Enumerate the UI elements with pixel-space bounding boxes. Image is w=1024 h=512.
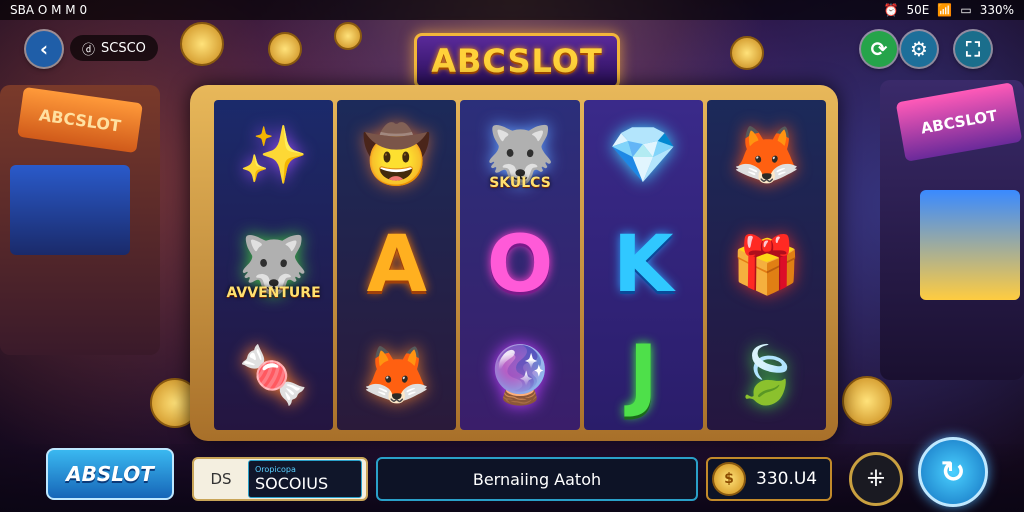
symbol-icon: 🤠 <box>361 123 432 188</box>
magic-wand-symbol: ✨ <box>226 107 322 203</box>
user-value-box: Oropicopa SOCOIUS <box>248 460 362 498</box>
symbol-icon: 🍃 <box>731 343 802 408</box>
symbol-icon: 🦊 <box>361 343 432 408</box>
settings-button[interactable]: ⚙ <box>901 31 937 67</box>
symbol-icon: 🎁 <box>731 233 802 298</box>
menu-button[interactable]: ⁜ <box>849 452 903 506</box>
letter-j-symbol: J <box>595 327 691 423</box>
green-leaf-gem-symbol: 🍃 <box>718 327 814 423</box>
spin-icon: ↻ <box>940 454 966 490</box>
battery-text: 330% <box>979 3 1014 17</box>
symbol-letter: A <box>366 220 427 310</box>
symbol-letter: J <box>628 330 658 420</box>
reel-2: 🤠 A 🦊 <box>337 100 457 430</box>
coin-decoration <box>334 22 362 50</box>
symbol-icon: 🍬 <box>238 343 309 408</box>
coin-decoration <box>268 32 302 66</box>
status-message-panel: Bernaiing Aatoh <box>376 457 698 501</box>
battery-icon: ▭ <box>960 3 972 17</box>
fox-warrior-symbol: 🦊 <box>718 107 814 203</box>
signal-text: 50E <box>906 3 930 17</box>
wifi-icon: 📶 <box>937 3 953 17</box>
user-tag: DS <box>210 470 232 488</box>
symbol-letter: K <box>612 220 674 310</box>
grid-menu-icon: ⁜ <box>866 466 886 492</box>
symbol-icon: 💎 <box>608 123 679 188</box>
spin-button[interactable]: ↻ <box>918 437 988 507</box>
reels-grid: ✨ 🐺 AVVENTURE 🍬 🤠 A 🦊 🐺 SKULCS O 🔮 💎 K J 🦊 🎁 🍃 <box>214 100 827 430</box>
left-cabinet-screen <box>10 165 130 255</box>
chevron-left-icon: ‹ <box>39 37 49 61</box>
symbol-icon: 🔮 <box>485 343 555 408</box>
letter-k-symbol: K <box>595 217 691 313</box>
symbol-letter: O <box>486 220 554 310</box>
balance-amount: 330.U4 <box>756 469 818 489</box>
system-status-bar: SBA O M M 0 ⏰ 50E 📶 ▭ 330% <box>0 0 1024 20</box>
brand-button[interactable]: ABSLOT <box>46 448 174 500</box>
gear-icon: ⚙ <box>910 37 928 61</box>
reel-5: 🦊 🎁 🍃 <box>706 100 827 430</box>
letter-a-symbol: A <box>349 217 445 313</box>
fox-adventurer-symbol: 🦊 <box>349 327 445 423</box>
cowboy-hat-symbol: 🤠 <box>349 107 445 203</box>
refresh-button[interactable]: ⟳ <box>861 31 897 67</box>
symbol-text: AVVENTURE <box>226 285 321 301</box>
left-cabinet-sign: ABCSLOT <box>17 86 143 154</box>
magnifier-gem-symbol: 🔮 <box>472 327 568 423</box>
wolf-badge-symbol: 🐺 AVVENTURE <box>226 217 322 313</box>
symbol-icon: 🦊 <box>731 123 802 188</box>
user-id-label: SCSCO <box>101 40 146 56</box>
reel-1: ✨ 🐺 AVVENTURE 🍬 <box>214 100 334 430</box>
coin-decoration <box>842 376 892 426</box>
user-id-pill[interactable]: ⓓ SCSCO <box>70 35 158 61</box>
gem-chest-symbol: 💎 <box>595 107 691 203</box>
reel-3: 🐺 SKULCS O 🔮 <box>460 100 580 430</box>
fullscreen-icon: ⛶ <box>966 37 980 61</box>
letter-o-symbol: O <box>472 217 568 313</box>
back-button[interactable]: ‹ <box>26 31 62 67</box>
reel-4: 💎 K J <box>583 100 703 430</box>
alarm-icon: ⏰ <box>883 3 899 17</box>
symbol-text: SKULCS <box>489 175 551 191</box>
balance-panel: $ 330.U4 <box>706 457 832 501</box>
right-arcade-cabinet: ABCSLOT <box>880 80 1024 380</box>
fullscreen-button[interactable]: ⛶ <box>955 31 991 67</box>
coin-icon: $ <box>712 462 746 496</box>
right-cabinet-sign: ABCSLOT <box>895 82 1023 162</box>
treasure-box-symbol: 🎁 <box>718 217 814 313</box>
status-message: Bernaiing Aatoh <box>472 469 602 489</box>
game-logo: ABCSLOT <box>414 33 620 89</box>
wolf-logo-symbol: 🐺 SKULCS <box>472 107 568 203</box>
status-left-text: SBA O M M 0 <box>10 3 88 17</box>
symbol-icon: ✨ <box>238 123 309 188</box>
refresh-icon: ⟳ <box>870 37 888 61</box>
left-arcade-cabinet: ABCSLOT <box>0 85 160 355</box>
coin-decoration <box>180 22 224 66</box>
user-info-panel: DS Oropicopa SOCOIUS <box>192 457 368 501</box>
user-value: SOCOIUS <box>255 474 329 493</box>
candy-symbol: 🍬 <box>226 327 322 423</box>
user-id-icon: ⓓ <box>82 42 96 58</box>
right-cabinet-screen <box>920 190 1020 300</box>
coin-decoration <box>730 36 764 70</box>
